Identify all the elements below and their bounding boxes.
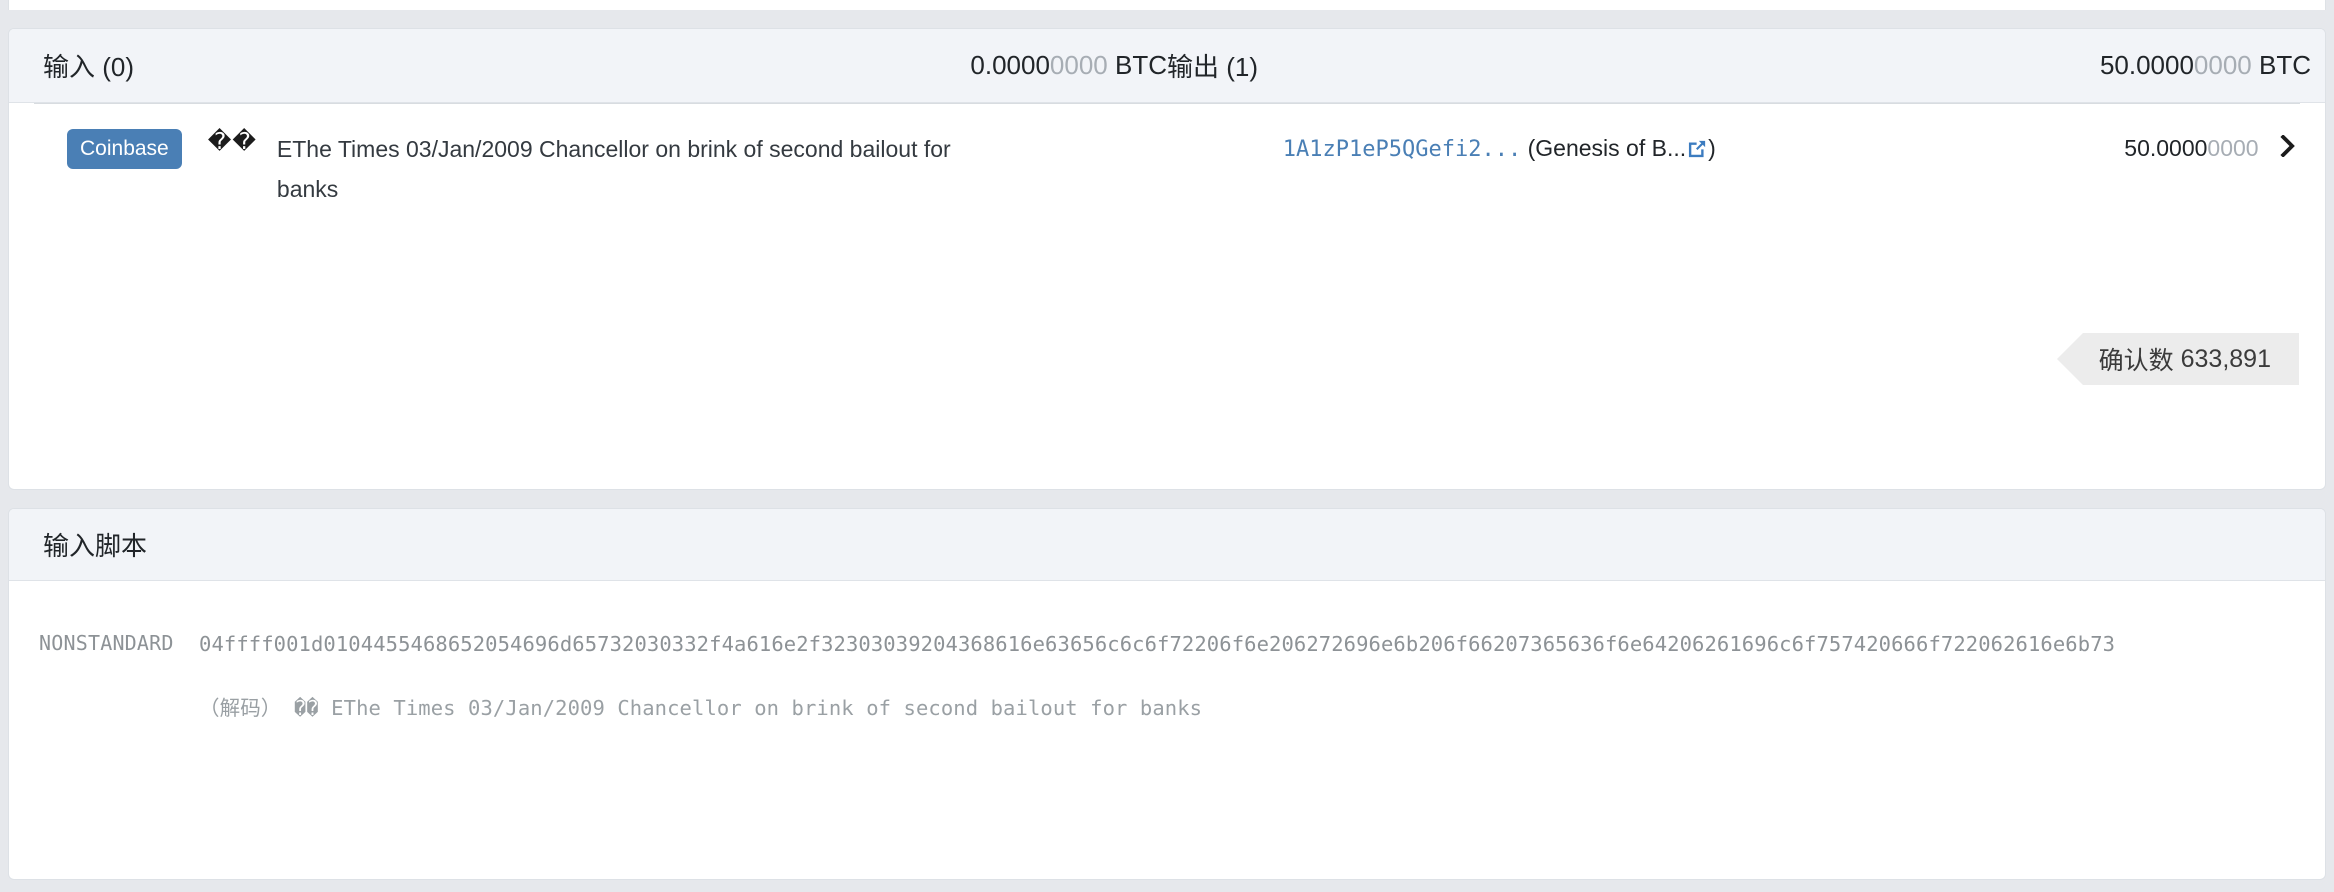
output-value-dim: 0000 [2207,135,2259,161]
outputs-summary: 输出 (1) 50.00000000 BTC [1167,47,2325,84]
input-script-card: 输入脚本 NONSTANDARD 04ffff001d0104455468652… [8,508,2326,880]
inputs-outputs-header: 输入 (0) 0.00000000 BTC 输出 (1) 50.00000000… [9,29,2325,103]
page-top-strip [0,0,2334,18]
confirmations-label: 确认数 [2098,347,2174,375]
script-hex-value: 04ffff001d0104455468652054696d6573203033… [199,632,2116,656]
input-script-title: 输入脚本 [43,531,148,561]
address-label-open: (Genesis of B... [1527,135,1687,161]
inputs-title: 输入 (0) [43,52,135,82]
chevron-right-icon[interactable] [2279,134,2297,163]
outputs-amount-bright: 50.0000 [2099,50,2194,80]
coinbase-badge[interactable]: Coinbase [67,129,182,169]
script-content: 04ffff001d0104455468652054696d6573203033… [199,629,2295,721]
outputs-amount-unit: BTC [2259,50,2311,80]
coinbase-message-text: EThe Times 03/Jan/2009 Chancellor on bri… [276,136,951,203]
script-decoded-row: （解码） �� EThe Times 03/Jan/2009 Chancello… [199,691,2295,721]
address-label-close: ) [1708,135,1716,161]
confirmations-badge: 确认数 633,891 [2056,333,2299,385]
outputs-total-amount: 50.00000000 BTC [2100,50,2311,81]
coinbase-input-cell: Coinbase �� EThe Times 03/Jan/2009 Chanc… [9,129,1283,210]
confirmations-count: 633,891 [2180,344,2271,373]
inputs-summary: 输入 (0) 0.00000000 BTC [9,47,1167,84]
output-address-cell: 1A1zP1eP5QGefi2... (Genesis of B...) [1283,129,1908,165]
transaction-detail-page: 输入 (0) 0.00000000 BTC 输出 (1) 50.00000000… [0,0,2334,892]
row-divider [34,103,2300,104]
output-value-bright: 50.0000 [2124,135,2208,161]
external-link-icon[interactable] [1687,138,1707,165]
inputs-amount-dim: 0000 [1049,50,1108,80]
inputs-amount-bright: 0.0000 [970,50,1050,80]
inputs-total-amount: 0.00000000 BTC [970,50,1167,81]
script-decoded-prefix: （解码） [199,695,282,720]
script-decoded-value: �� EThe Times 03/Jan/2009 Chancellor on … [293,695,1203,720]
output-address-link[interactable]: 1A1zP1eP5QGefi2... [1283,137,1521,162]
inputs-outputs-body: Coinbase �� EThe Times 03/Jan/2009 Chanc… [9,103,2325,489]
inputs-outputs-card: 输入 (0) 0.00000000 BTC 输出 (1) 50.00000000… [8,28,2326,490]
output-value-cell: 50.00000000 [1908,129,2325,163]
inputs-amount-unit: BTC [1115,50,1167,80]
table-row: Coinbase �� EThe Times 03/Jan/2009 Chanc… [9,129,2325,210]
input-script-body: NONSTANDARD 04ffff001d010445546865205469… [9,581,2325,721]
script-type-label: NONSTANDARD [39,631,174,655]
replacement-char-glyphs: �� [207,129,257,155]
previous-card-bottom-edge [8,0,2326,10]
input-script-header: 输入脚本 [9,509,2325,581]
outputs-title: 输出 (1) [1167,52,1259,82]
outputs-amount-dim: 0000 [2193,50,2252,80]
